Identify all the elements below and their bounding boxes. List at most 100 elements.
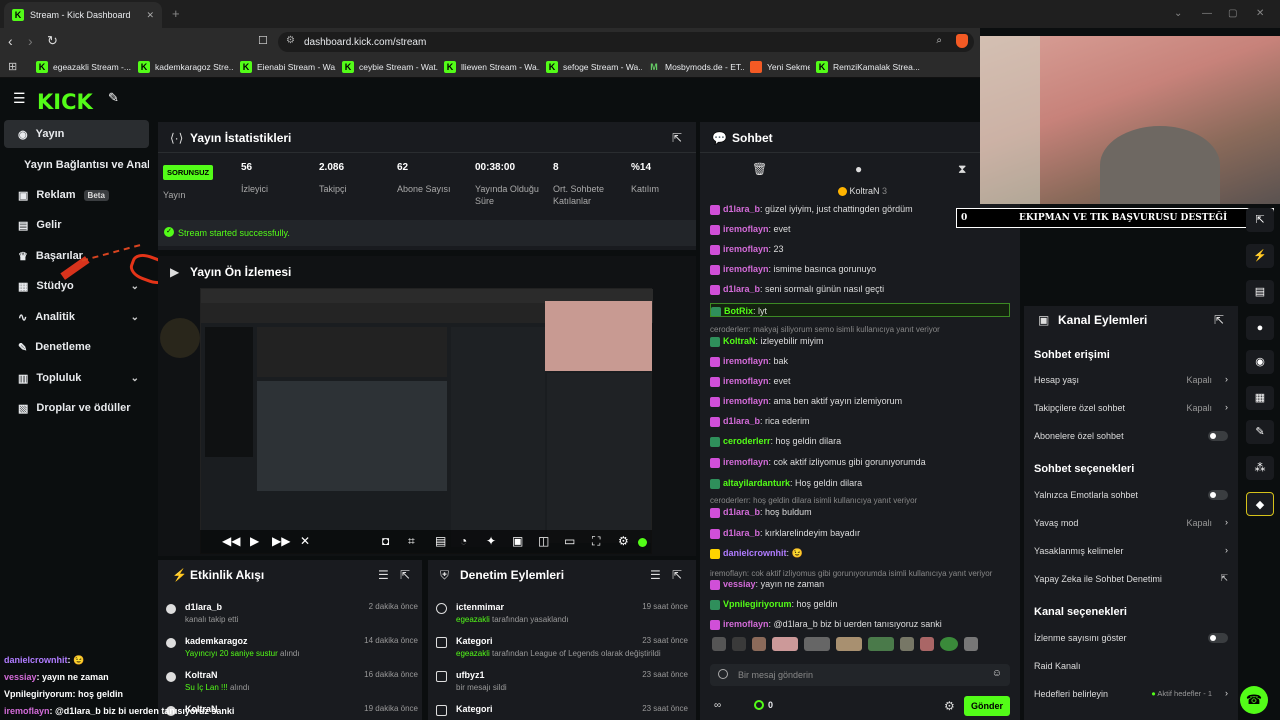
chat-username[interactable]: danielcrownhit (723, 548, 787, 558)
close-window-icon[interactable]: ✕ (1256, 8, 1264, 19)
emote-only-toggle[interactable] (1208, 490, 1228, 500)
bookmark-item[interactable]: Kkademkaragoz Stre... (132, 60, 234, 73)
bookmark-item[interactable]: Kegeazakli Stream -... (30, 60, 132, 73)
followers-only-row[interactable]: Takipçilere özel sohbet Kapalı › (1034, 402, 1230, 417)
popout-icon[interactable]: ⇱ (400, 568, 410, 582)
popout-icon[interactable]: ⇱ (1214, 313, 1224, 327)
theater-icon[interactable]: ▭ (564, 534, 575, 548)
chat-username[interactable]: d1lara_b (723, 416, 760, 426)
chat-username[interactable]: iremoflayn (723, 619, 769, 629)
bookmark-item[interactable]: M Mosbymods.de - ET... (642, 60, 744, 73)
bookmark-icon[interactable]: ☐ (258, 34, 268, 47)
emote[interactable] (732, 637, 746, 651)
tab-list-icon[interactable]: ⌄ (1174, 8, 1182, 19)
mute-icon[interactable]: ✕ (300, 534, 310, 548)
chat-username[interactable]: iremoflayn (723, 224, 769, 234)
new-tab-icon[interactable]: + (172, 6, 180, 21)
bookmark-item[interactable]: Ksefoge Stream - Wa... (540, 60, 642, 73)
chat-username[interactable]: KoltraN (723, 336, 756, 346)
kick-logo[interactable]: KICK (37, 90, 93, 114)
lightning-icon[interactable]: ⚡ (1246, 244, 1274, 268)
timer-icon[interactable]: ⧗ (958, 162, 966, 177)
activity-user[interactable]: KoltraN (185, 670, 218, 680)
bookmark-item[interactable]: Yeni Sekme (744, 60, 810, 73)
tag-icon[interactable]: ◆ (1246, 492, 1274, 516)
forward-icon[interactable]: ▶▶ (272, 534, 290, 548)
filter-icon[interactable]: ☰ (650, 568, 661, 582)
moderation-target[interactable]: ictenmimar (456, 602, 504, 612)
sidebar-item-gelir[interactable]: ▤ Gelir (4, 211, 149, 239)
apps-icon[interactable]: ⊞ (0, 60, 30, 73)
chat-username[interactable]: iremoflayn (723, 264, 769, 274)
sparkle-icon[interactable]: ✦ (486, 534, 496, 548)
bookmark-item[interactable]: K Eienabi Stream - Wa... (234, 60, 336, 73)
pip-icon[interactable]: ▣ (512, 534, 523, 548)
zoom-icon[interactable]: ⌕ (936, 35, 942, 46)
layout-icon[interactable]: ▤ (435, 534, 446, 548)
popout-icon[interactable]: ⇱ (672, 131, 682, 145)
sidebar-item-droplar[interactable]: ▧ Droplar ve ödüller (4, 394, 149, 422)
chat-username[interactable]: d1lara_b (723, 507, 760, 517)
cast-icon[interactable]: ◫ (538, 534, 549, 548)
ai-mod-row[interactable]: Yapay Zeka ile Sohbet Denetimi ⇱ (1034, 573, 1230, 588)
chat-username[interactable]: ceroderlerr (723, 436, 771, 446)
chat-input[interactable]: Bir mesaj gönderin ☺ (710, 664, 1010, 686)
show-viewers-toggle[interactable] (1208, 633, 1228, 643)
send-button[interactable]: Gönder (964, 696, 1010, 716)
chat-username[interactable]: iremoflayn (723, 356, 769, 366)
activity-user[interactable]: kademkaragoz (185, 636, 248, 646)
subs-only-toggle[interactable] (1208, 431, 1228, 441)
sidebar-item-stream-key[interactable]: Yayın Bağlantısı ve Anahtarı (4, 151, 149, 179)
sidebar-item-denetleme[interactable]: ✎ Denetleme (4, 333, 149, 361)
chat-username[interactable]: iremoflayn (723, 376, 769, 386)
close-tab-icon[interactable]: ✕ (146, 10, 154, 21)
emote[interactable] (868, 637, 894, 651)
emote[interactable] (804, 637, 830, 651)
emoji-icon[interactable]: ☺ (992, 668, 1002, 679)
chat-username[interactable]: altayilardanturk (723, 478, 790, 488)
clip-icon[interactable]: ◔ (460, 534, 467, 548)
chat-username[interactable]: Vpnilegiriyorum (723, 599, 792, 609)
bookmark-item[interactable]: K RemziKamalak Strea... (810, 60, 920, 73)
chat-username[interactable]: d1lara_b (723, 528, 760, 538)
emote[interactable] (940, 637, 958, 651)
chat-username[interactable]: vessiay (723, 579, 756, 589)
browser-tab[interactable]: K Stream - Kick Dashboard ✕ (4, 2, 162, 28)
chat-username[interactable]: d1lara_b (723, 284, 760, 294)
calendar-icon[interactable]: ▦ (1246, 386, 1274, 410)
sidebar-item-analitik[interactable]: ∿ Analitik ⌄ (4, 303, 149, 331)
filter-icon[interactable]: ☰ (378, 568, 389, 582)
chat-settings-icon[interactable]: ⚙ (944, 699, 955, 713)
chat-mode-icon[interactable]: ● (855, 162, 862, 176)
document-icon[interactable]: ▤ (1246, 280, 1274, 304)
forward-icon[interactable]: › (28, 33, 33, 49)
crop-icon[interactable]: ⌗ (408, 534, 415, 549)
chat-username[interactable]: iremoflayn (723, 396, 769, 406)
goals-row[interactable]: Hedefleri belirleyin ● Aktif hedefler - 1… (1034, 688, 1230, 703)
infinity-icon[interactable]: ∞ (714, 700, 721, 711)
popout-icon[interactable]: ⇱ (672, 568, 682, 582)
emote[interactable] (712, 637, 726, 651)
brave-shield-icon[interactable] (956, 34, 968, 48)
expand-icon[interactable]: ⇱ (1246, 208, 1274, 232)
chat-bubble-icon[interactable]: ● (1246, 316, 1274, 340)
support-button[interactable]: ☎ (1240, 686, 1268, 714)
bookmark-item[interactable]: Kceybie Stream - Wat... (336, 60, 438, 73)
stream-preview-video[interactable] (200, 288, 653, 554)
chat-username[interactable]: d1lara_b (723, 204, 760, 214)
emote[interactable] (772, 637, 798, 651)
trash-icon[interactable]: 🗑 (752, 162, 767, 176)
emote[interactable] (752, 637, 766, 651)
slow-mode-row[interactable]: Yavaş mod Kapalı › (1034, 517, 1230, 532)
broadcast-icon[interactable]: ◉ (1246, 350, 1274, 374)
maximize-icon[interactable]: ▢ (1228, 8, 1237, 19)
sidebar-item-topluluk[interactable]: ▥ Topluluk ⌄ (4, 364, 149, 392)
emote[interactable] (920, 637, 934, 651)
record-icon[interactable]: ◘ (382, 534, 389, 548)
menu-icon[interactable]: ☰ (13, 90, 26, 107)
sidebar-item-reklam[interactable]: ▣ Reklam Beta (4, 181, 149, 209)
chat-username[interactable]: iremoflayn (723, 457, 769, 467)
moderation-target[interactable]: ufbyz1 (456, 670, 485, 680)
sidebar-item-yayin[interactable]: ◉ Yayın (4, 120, 149, 148)
url-field[interactable]: ⚙ dashboard.kick.com/stream ⌕ (278, 32, 974, 52)
